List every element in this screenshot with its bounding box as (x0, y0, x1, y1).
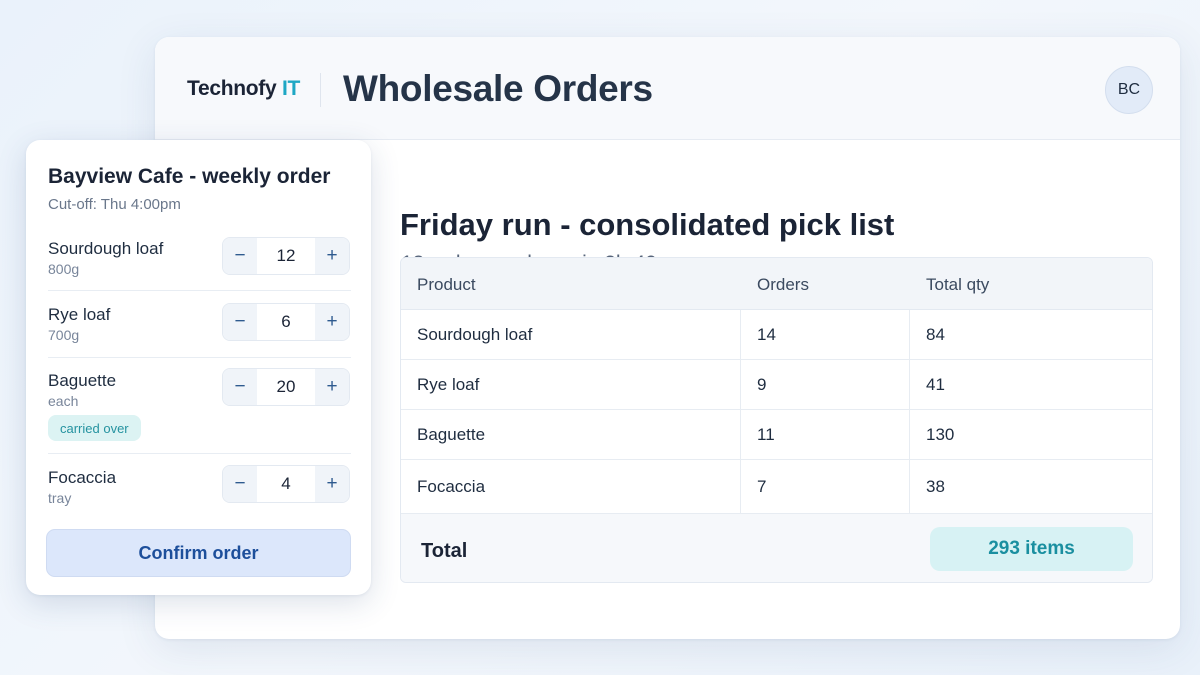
order-card-title: Bayview Cafe - weekly order (48, 165, 331, 188)
pick-list-table: Product Orders Total qty Sourdough loaf … (400, 257, 1153, 583)
column-header-product: Product (417, 275, 476, 294)
item-unit: tray (48, 490, 72, 506)
order-card: Bayview Cafe - weekly order Cut-off: Thu… (26, 140, 371, 595)
quantity-value[interactable]: 20 (257, 369, 315, 405)
total-label: Total (421, 540, 468, 562)
cell-product: Baguette (417, 425, 486, 444)
cell-total-qty: 130 (926, 425, 955, 444)
cell-product: Rye loaf (417, 375, 480, 394)
table-row: Focaccia 7 38 (401, 460, 1152, 514)
confirm-order-button[interactable]: Confirm order (46, 529, 351, 577)
divider (48, 357, 351, 358)
divider (48, 290, 351, 291)
pick-list-title: Friday run - consolidated pick list (400, 207, 895, 242)
total-items-badge: 293 items (930, 527, 1133, 571)
cell-total-qty: 41 (926, 375, 945, 394)
cell-total-qty: 84 (926, 325, 945, 344)
decrement-button[interactable]: − (223, 304, 257, 340)
table-row: Sourdough loaf 14 84 (401, 310, 1152, 360)
quantity-value[interactable]: 6 (257, 304, 315, 340)
increment-button[interactable]: + (315, 369, 349, 405)
header-divider (320, 73, 321, 107)
column-header-total-qty: Total qty (926, 275, 990, 294)
quantity-stepper: − 6 + (222, 303, 350, 341)
cell-product: Sourdough loaf (417, 325, 533, 344)
item-name: Focaccia (48, 468, 117, 487)
decrement-button[interactable]: − (223, 238, 257, 274)
quantity-value[interactable]: 4 (257, 466, 315, 502)
column-header-orders: Orders (757, 275, 809, 294)
carried-over-badge: carried over (48, 415, 141, 441)
cell-orders: 9 (757, 375, 767, 394)
brand-logo: Technofy IT (187, 77, 300, 101)
item-unit: each (48, 393, 79, 409)
item-unit: 700g (48, 327, 80, 343)
item-name: Rye loaf (48, 305, 111, 324)
table-row: Baguette 11 130 (401, 410, 1152, 460)
user-avatar[interactable]: BC (1105, 66, 1153, 114)
decrement-button[interactable]: − (223, 466, 257, 502)
table-row: Rye loaf 9 41 (401, 360, 1152, 410)
cell-orders: 7 (757, 477, 767, 496)
decrement-button[interactable]: − (223, 369, 257, 405)
quantity-stepper: − 4 + (222, 465, 350, 503)
page-title: Wholesale Orders (343, 68, 653, 109)
cell-orders: 11 (757, 425, 775, 444)
cell-orders: 14 (757, 325, 776, 344)
increment-button[interactable]: + (315, 304, 349, 340)
quantity-stepper: − 12 + (222, 237, 350, 275)
logo-accent-text: IT (281, 77, 300, 100)
order-cutoff: Cut-off: Thu 4:00pm (48, 196, 181, 213)
item-name: Sourdough loaf (48, 239, 164, 258)
item-name: Baguette (48, 371, 117, 390)
table-footer: Total 293 items (401, 514, 1152, 582)
quantity-stepper: − 20 + (222, 368, 350, 406)
divider (48, 453, 351, 454)
cell-product: Focaccia (417, 477, 486, 496)
logo-text: Technofy (187, 77, 277, 100)
cell-total-qty: 38 (926, 477, 945, 496)
increment-button[interactable]: + (315, 466, 349, 502)
app-header: Technofy IT Wholesale Orders BC (155, 37, 1180, 140)
quantity-value[interactable]: 12 (257, 238, 315, 274)
increment-button[interactable]: + (315, 238, 349, 274)
item-unit: 800g (48, 261, 80, 277)
table-header: Product Orders Total qty (401, 258, 1152, 310)
